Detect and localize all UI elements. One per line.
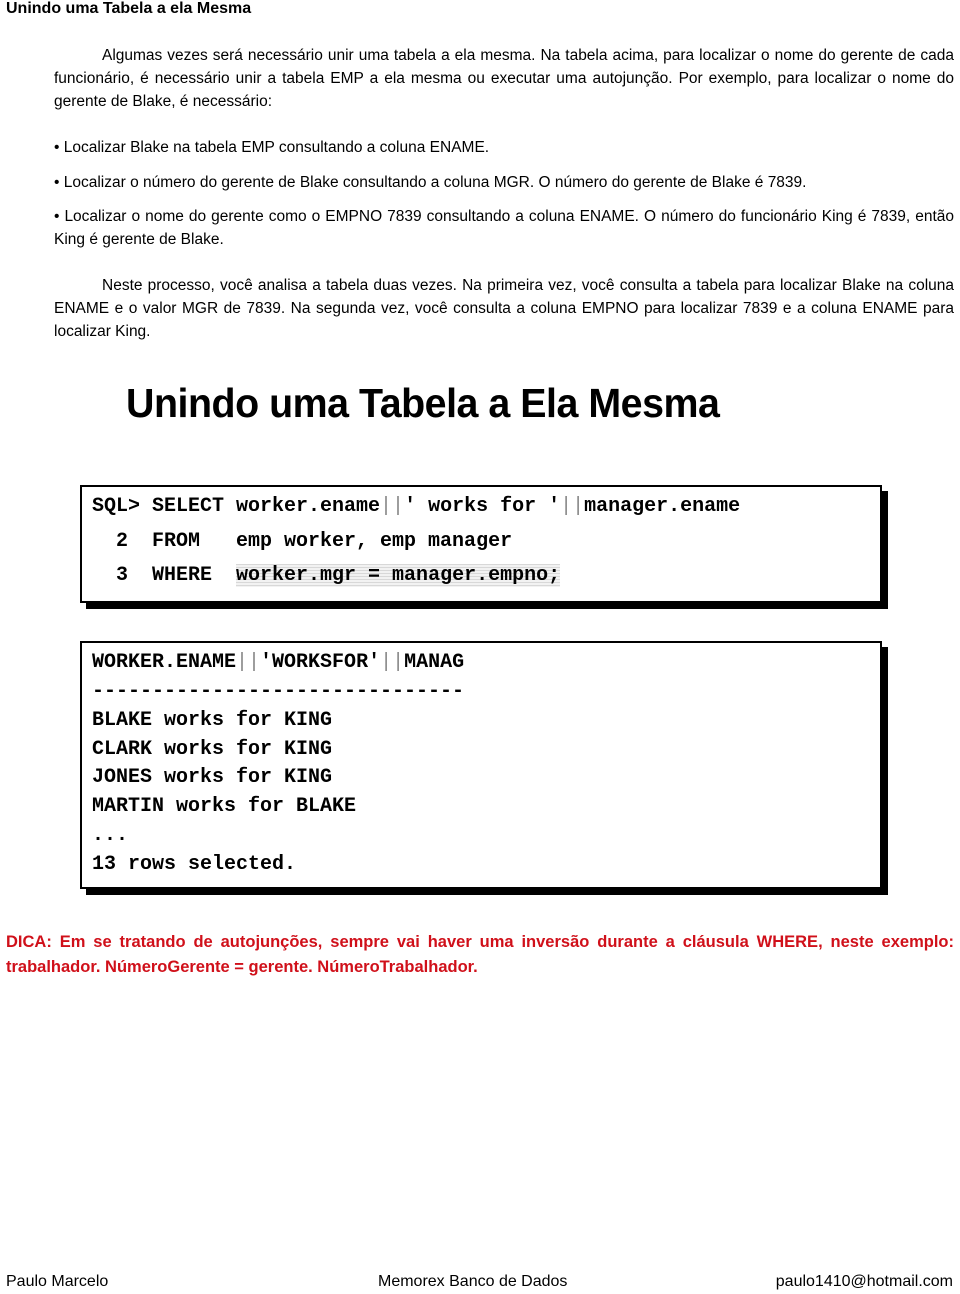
result-row: JONES works for KING: [92, 766, 333, 789]
result-row: CLARK works for KING: [92, 738, 333, 761]
sql-query-box: SQL> SELECT worker.ename||' works for '|…: [80, 485, 882, 603]
footer-document-title: Memorex Banco de Dados: [378, 1273, 568, 1290]
query-result-box: WORKER.ENAME||'WORKSFOR'||MANAG --------…: [80, 641, 882, 889]
tip-note: DICA: Em se tratando de autojunções, sem…: [6, 933, 954, 976]
footer-email: paulo1410@hotmail.com: [775, 1273, 953, 1290]
result-row-count: 13 rows selected.: [92, 853, 297, 876]
slide-title: Unindo uma Tabela a Ela Mesma: [126, 380, 720, 426]
bullet-item: • Localizar Blake na tabela EMP consulta…: [54, 139, 490, 156]
footer-author: Paulo Marcelo: [6, 1273, 109, 1290]
result-row: BLAKE works for KING: [92, 709, 333, 732]
result-ellipsis: ...: [92, 824, 129, 847]
query-line-3: 3 WHERE worker.mgr = manager.empno;: [92, 564, 561, 587]
page-title: Unindo uma Tabela a ela Mesma: [6, 0, 252, 17]
result-row: MARTIN works for BLAKE: [92, 795, 357, 818]
result-separator: -------------------------------: [92, 680, 465, 703]
bullet-item: • Localizar o nome do gerente como o EMP…: [54, 208, 954, 248]
result-header: WORKER.ENAME||'WORKSFOR'||MANAG: [92, 651, 465, 674]
highlighted-join-condition: worker.mgr = manager.empno;: [236, 564, 561, 587]
intro-paragraph: Algumas vezes será necessário unir uma t…: [54, 47, 954, 110]
query-line-1: SQL> SELECT worker.ename||' works for '|…: [92, 495, 741, 518]
bullet-item: • Localizar o número do gerente de Blake…: [54, 174, 807, 191]
process-paragraph: Neste processo, você analisa a tabela du…: [54, 277, 954, 340]
query-line-2: 2 FROM emp worker, emp manager: [92, 530, 513, 553]
